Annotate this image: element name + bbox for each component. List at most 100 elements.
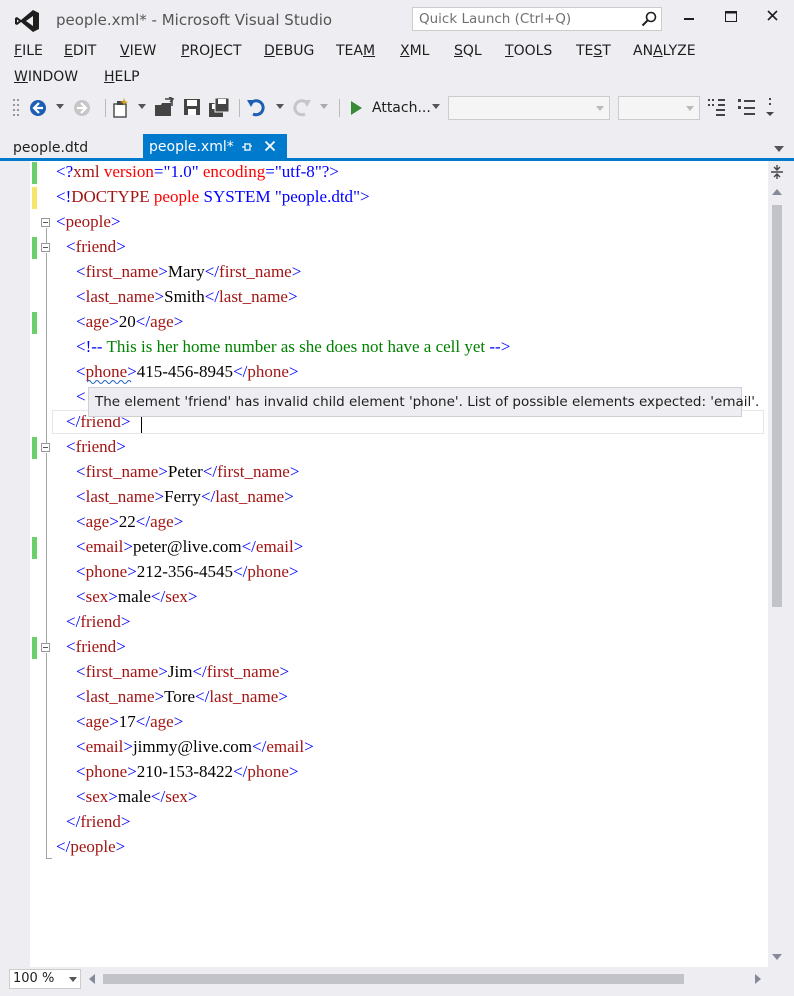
close-tab-icon[interactable] — [264, 140, 276, 152]
menu-view[interactable]: VIEW — [120, 43, 156, 59]
chevron-down-icon[interactable] — [320, 104, 328, 110]
scroll-right-icon[interactable] — [754, 973, 762, 985]
save-icon[interactable] — [182, 97, 202, 117]
code-line[interactable]: <email>jimmy@live.com</email> — [76, 735, 314, 759]
code-line[interactable]: <first_name>Jim</first_name> — [76, 660, 289, 684]
outline-guide — [46, 623, 47, 643]
chevron-down-icon — [686, 106, 694, 111]
back-icon[interactable] — [28, 98, 48, 118]
chevron-down-icon[interactable] — [432, 104, 440, 110]
code-line[interactable]: </friend> — [66, 610, 131, 634]
menu-edit[interactable]: EDIT — [64, 43, 96, 59]
chevron-down-icon[interactable] — [138, 104, 146, 110]
code-line[interactable]: <first_name>Peter</first_name> — [76, 460, 299, 484]
tab-list-dropdown-icon[interactable] — [773, 145, 785, 153]
code-line[interactable]: <email>peter@live.com</email> — [76, 535, 303, 559]
tab-people-xml-label: people.xml* — [149, 139, 234, 155]
outline-collapse-icon[interactable] — [41, 443, 50, 452]
chevron-down-icon — [596, 106, 604, 111]
chevron-down-icon[interactable] — [276, 104, 284, 110]
uncomment-lines-icon[interactable] — [736, 96, 758, 120]
new-project-icon[interactable] — [110, 97, 132, 119]
menu-analyze[interactable]: ANALYZE — [633, 43, 696, 59]
menu-debug[interactable]: DEBUG — [264, 43, 314, 59]
menu-team[interactable]: TEAM — [336, 43, 375, 59]
comment-lines-icon[interactable] — [706, 96, 728, 120]
code-line[interactable]: </friend> — [66, 810, 131, 834]
maximize-button[interactable] — [714, 6, 748, 28]
code-line[interactable]: <sex>male</sex> — [76, 785, 197, 809]
menu-sql[interactable]: SQL — [454, 43, 482, 59]
quick-launch-placeholder: Quick Launch (Ctrl+Q) — [419, 11, 572, 27]
code-line[interactable]: <age>22</age> — [76, 510, 183, 534]
error-tooltip: The element 'friend' has invalid child e… — [88, 387, 759, 417]
code-line[interactable]: < — [76, 385, 86, 409]
chevron-down-icon[interactable] — [56, 104, 64, 110]
code-line[interactable]: <friend> — [66, 235, 126, 259]
horizontal-scrollbar-thumb[interactable] — [103, 974, 684, 984]
outline-collapse-icon[interactable] — [41, 218, 50, 227]
menu-test[interactable]: TEST — [576, 43, 611, 59]
code-line[interactable]: <first_name>Mary</first_name> — [76, 260, 301, 284]
code-line[interactable]: <friend> — [66, 635, 126, 659]
save-all-icon[interactable] — [208, 97, 230, 119]
quick-launch-input[interactable]: Quick Launch (Ctrl+Q) — [412, 7, 662, 31]
forward-icon[interactable] — [72, 98, 92, 118]
redo-icon[interactable] — [290, 97, 312, 119]
menu-project[interactable]: PROJECT — [181, 43, 242, 59]
outline-collapse-icon[interactable] — [41, 643, 50, 652]
code-line[interactable]: <last_name>Smith</last_name> — [76, 285, 298, 309]
code-line[interactable]: <!-- This is her home number as she does… — [76, 335, 510, 359]
undo-icon[interactable] — [246, 97, 268, 119]
code-line[interactable]: <phone>210-153-8422</phone> — [76, 760, 299, 784]
code-line[interactable]: <age>17</age> — [76, 710, 183, 734]
menu-xml[interactable]: XML — [400, 43, 429, 59]
change-marker — [32, 237, 37, 259]
scroll-down-icon[interactable] — [771, 953, 783, 961]
menu-window[interactable]: WINDOW — [14, 69, 78, 85]
scroll-left-icon[interactable] — [88, 973, 96, 985]
start-icon[interactable] — [348, 99, 364, 117]
outline-guide — [46, 453, 47, 623]
search-icon — [641, 11, 657, 27]
tab-people-dtd[interactable]: people.dtd — [13, 140, 88, 156]
tab-people-xml[interactable]: people.xml* — [143, 134, 287, 160]
zoom-select[interactable]: 100 % — [9, 969, 81, 989]
outline-guide — [46, 253, 47, 423]
open-file-icon[interactable] — [153, 97, 175, 119]
code-line[interactable]: <friend> — [66, 435, 126, 459]
code-line[interactable]: <!DOCTYPE people SYSTEM "people.dtd"> — [56, 185, 370, 209]
menu-tools[interactable]: TOOLS — [505, 43, 552, 59]
code-line[interactable]: <people> — [56, 210, 121, 234]
toolbar-separator-icon — [339, 99, 340, 117]
code-line[interactable]: <phone>212-356-4545</phone> — [76, 560, 299, 584]
close-button[interactable] — [756, 6, 790, 28]
unsaved-change-marker — [32, 187, 37, 209]
code-line[interactable]: <last_name>Ferry</last_name> — [76, 485, 294, 509]
code-line[interactable]: <last_name>Tore</last_name> — [76, 685, 288, 709]
toolbar-grip-icon — [13, 99, 19, 116]
solution-platform-select[interactable] — [618, 96, 700, 120]
pin-icon[interactable] — [241, 141, 253, 153]
title-bar: people.xml* - Microsoft Visual Studio Qu… — [0, 0, 794, 40]
minimize-button[interactable] — [672, 6, 706, 28]
menu-file[interactable]: FILE — [14, 43, 43, 59]
code-line[interactable]: </people> — [56, 835, 125, 859]
error-squiggle — [87, 380, 132, 384]
scroll-up-icon[interactable] — [771, 188, 783, 196]
vertical-scrollbar-thumb[interactable] — [772, 205, 782, 607]
outline-collapse-icon[interactable] — [41, 243, 50, 252]
outline-guide — [46, 228, 47, 243]
toolbar-overflow-icon[interactable] — [764, 96, 778, 120]
split-window-icon[interactable] — [770, 164, 784, 180]
solution-configuration-select[interactable] — [448, 96, 610, 120]
outline-guide-end — [46, 858, 52, 859]
code-line[interactable]: <age>20</age> — [76, 310, 183, 334]
visual-studio-logo-icon — [15, 10, 39, 32]
code-line[interactable]: <sex>male</sex> — [76, 585, 197, 609]
outline-guide — [46, 653, 47, 859]
chevron-down-icon — [69, 977, 77, 982]
code-line[interactable]: <?xml version="1.0" encoding="utf-8"?> — [56, 160, 339, 184]
menu-help[interactable]: HELP — [104, 69, 140, 85]
attach-button[interactable]: Attach... — [372, 100, 431, 116]
